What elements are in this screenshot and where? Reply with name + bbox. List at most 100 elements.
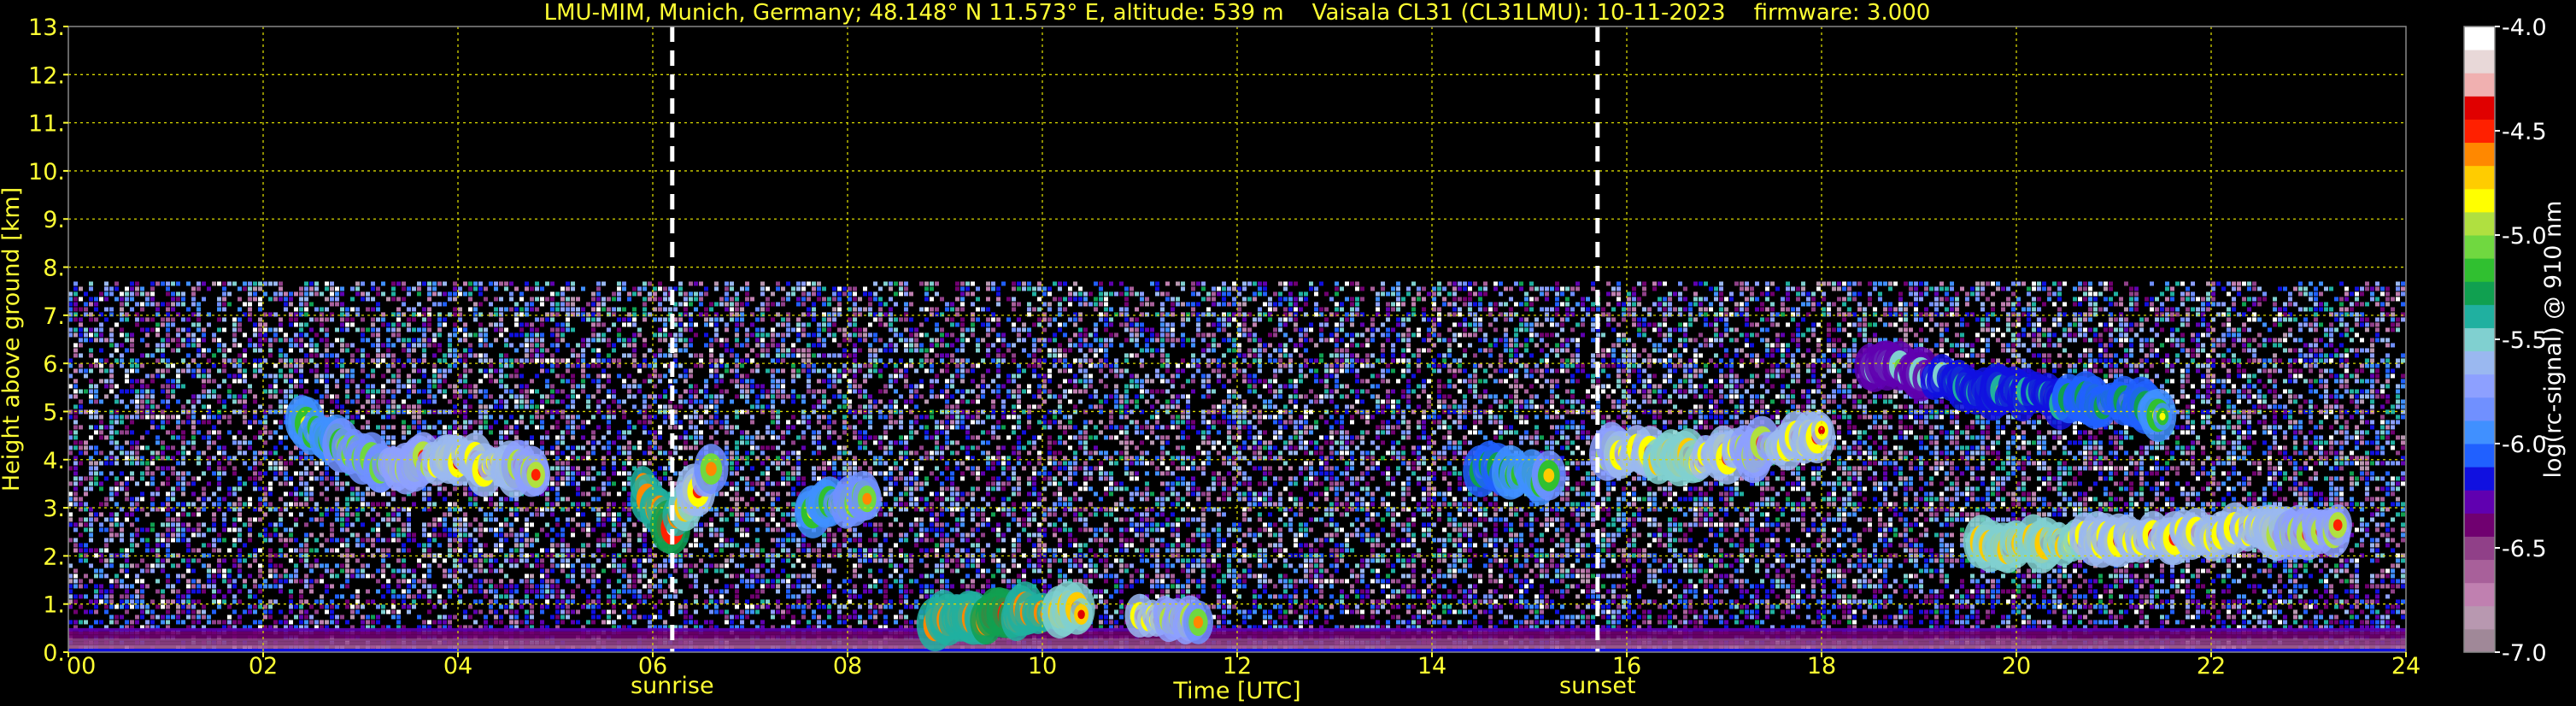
noise-cell (1401, 353, 1405, 358)
noise-cell (371, 297, 375, 302)
noise-cell (786, 332, 790, 338)
noise-cell (2134, 286, 2139, 291)
noise-cell (1986, 348, 1990, 353)
noise-cell (2257, 358, 2262, 363)
noise-cell (350, 317, 355, 322)
noise-cell (1683, 343, 1687, 348)
noise-cell (627, 291, 631, 297)
noise-cell (678, 291, 683, 297)
noise-cell (1032, 363, 1036, 368)
noise-cell (2175, 307, 2180, 312)
noise-cell (504, 343, 508, 348)
noise-cell (601, 322, 606, 327)
noise-cell (1714, 332, 1718, 338)
noise-cell (519, 374, 524, 379)
noise-cell (1258, 379, 1262, 384)
noise-cell (2068, 338, 2072, 343)
noise-cell (2227, 358, 2231, 363)
noise-cell (1837, 281, 1841, 286)
noise-cell (965, 286, 970, 291)
noise-cell (960, 379, 965, 384)
noise-cell (371, 286, 375, 291)
noise-cell (1278, 343, 1282, 348)
noise-cell (2211, 338, 2215, 343)
noise-cell (1037, 286, 1042, 291)
noise-cell (2391, 374, 2395, 379)
noise-cell (1606, 348, 1611, 353)
noise-cell (755, 307, 760, 312)
noise-cell (1273, 302, 1277, 307)
noise-cell (1714, 297, 1718, 302)
noise-cell (1314, 379, 1318, 384)
noise-cell (1617, 374, 1621, 379)
noise-cell (596, 379, 601, 384)
noise-cell (299, 379, 303, 384)
noise-cell (745, 327, 749, 332)
noise-cell (719, 374, 724, 379)
noise-cell (1104, 322, 1108, 327)
noise-cell (114, 286, 119, 291)
noise-cell (1524, 291, 1529, 297)
noise-cell (2063, 332, 2067, 338)
noise-cell (812, 286, 816, 291)
noise-cell (796, 317, 801, 322)
noise-cell (2155, 322, 2159, 327)
noise-cell (437, 358, 442, 363)
noise-cell (1022, 281, 1026, 286)
noise-cell (1765, 286, 1769, 291)
noise-cell (1145, 374, 1149, 379)
noise-cell (1898, 307, 1903, 312)
noise-cell (965, 338, 970, 343)
noise-cell (1734, 327, 1739, 332)
noise-cell (991, 358, 995, 363)
noise-cell (166, 286, 170, 291)
noise-cell (627, 317, 631, 322)
noise-cell (2186, 363, 2190, 368)
noise-cell (2114, 327, 2118, 332)
noise-cell (1627, 358, 1631, 363)
noise-cell (653, 286, 657, 291)
noise-cell (1022, 368, 1026, 374)
noise-cell (786, 291, 790, 297)
noise-cell (1217, 322, 1221, 327)
noise-cell (807, 291, 811, 297)
noise-cell (1432, 286, 1436, 291)
noise-cell (2057, 338, 2062, 343)
noise-cell (2114, 302, 2118, 307)
noise-cell (1411, 297, 1416, 302)
noise-cell (801, 363, 806, 368)
noise-cell (314, 343, 319, 348)
noise-cell (2011, 291, 2016, 297)
noise-cell (1304, 363, 1308, 368)
noise-cell (1827, 332, 1831, 338)
noise-cell (130, 281, 134, 286)
noise-cell (453, 322, 457, 327)
noise-cell (725, 363, 729, 368)
noise-cell (499, 297, 503, 302)
noise-cell (2155, 312, 2159, 317)
noise-cell (2180, 348, 2185, 353)
noise-cell (1063, 348, 1067, 353)
noise-cell (2237, 368, 2241, 374)
noise-cell (2319, 368, 2323, 374)
noise-cell (1955, 353, 1959, 358)
noise-cell (386, 327, 390, 332)
noise-cell (1945, 291, 1949, 297)
noise-cell (2180, 332, 2185, 338)
noise-cell (2119, 338, 2123, 343)
noise-cell (1965, 312, 1969, 317)
noise-cell (1227, 332, 1231, 338)
noise-cell (99, 348, 103, 353)
noise-cell (391, 322, 396, 327)
noise-cell (1488, 302, 1493, 307)
noise-cell (340, 327, 344, 332)
noise-cell (432, 281, 437, 286)
noise-cell (2339, 312, 2344, 317)
noise-cell (2129, 307, 2133, 312)
noise-cell (463, 338, 467, 343)
noise-cell (535, 374, 539, 379)
noise-cell (2303, 317, 2308, 322)
noise-cell (668, 307, 672, 312)
noise-cell (2037, 307, 2041, 312)
noise-cell (1483, 281, 1488, 286)
